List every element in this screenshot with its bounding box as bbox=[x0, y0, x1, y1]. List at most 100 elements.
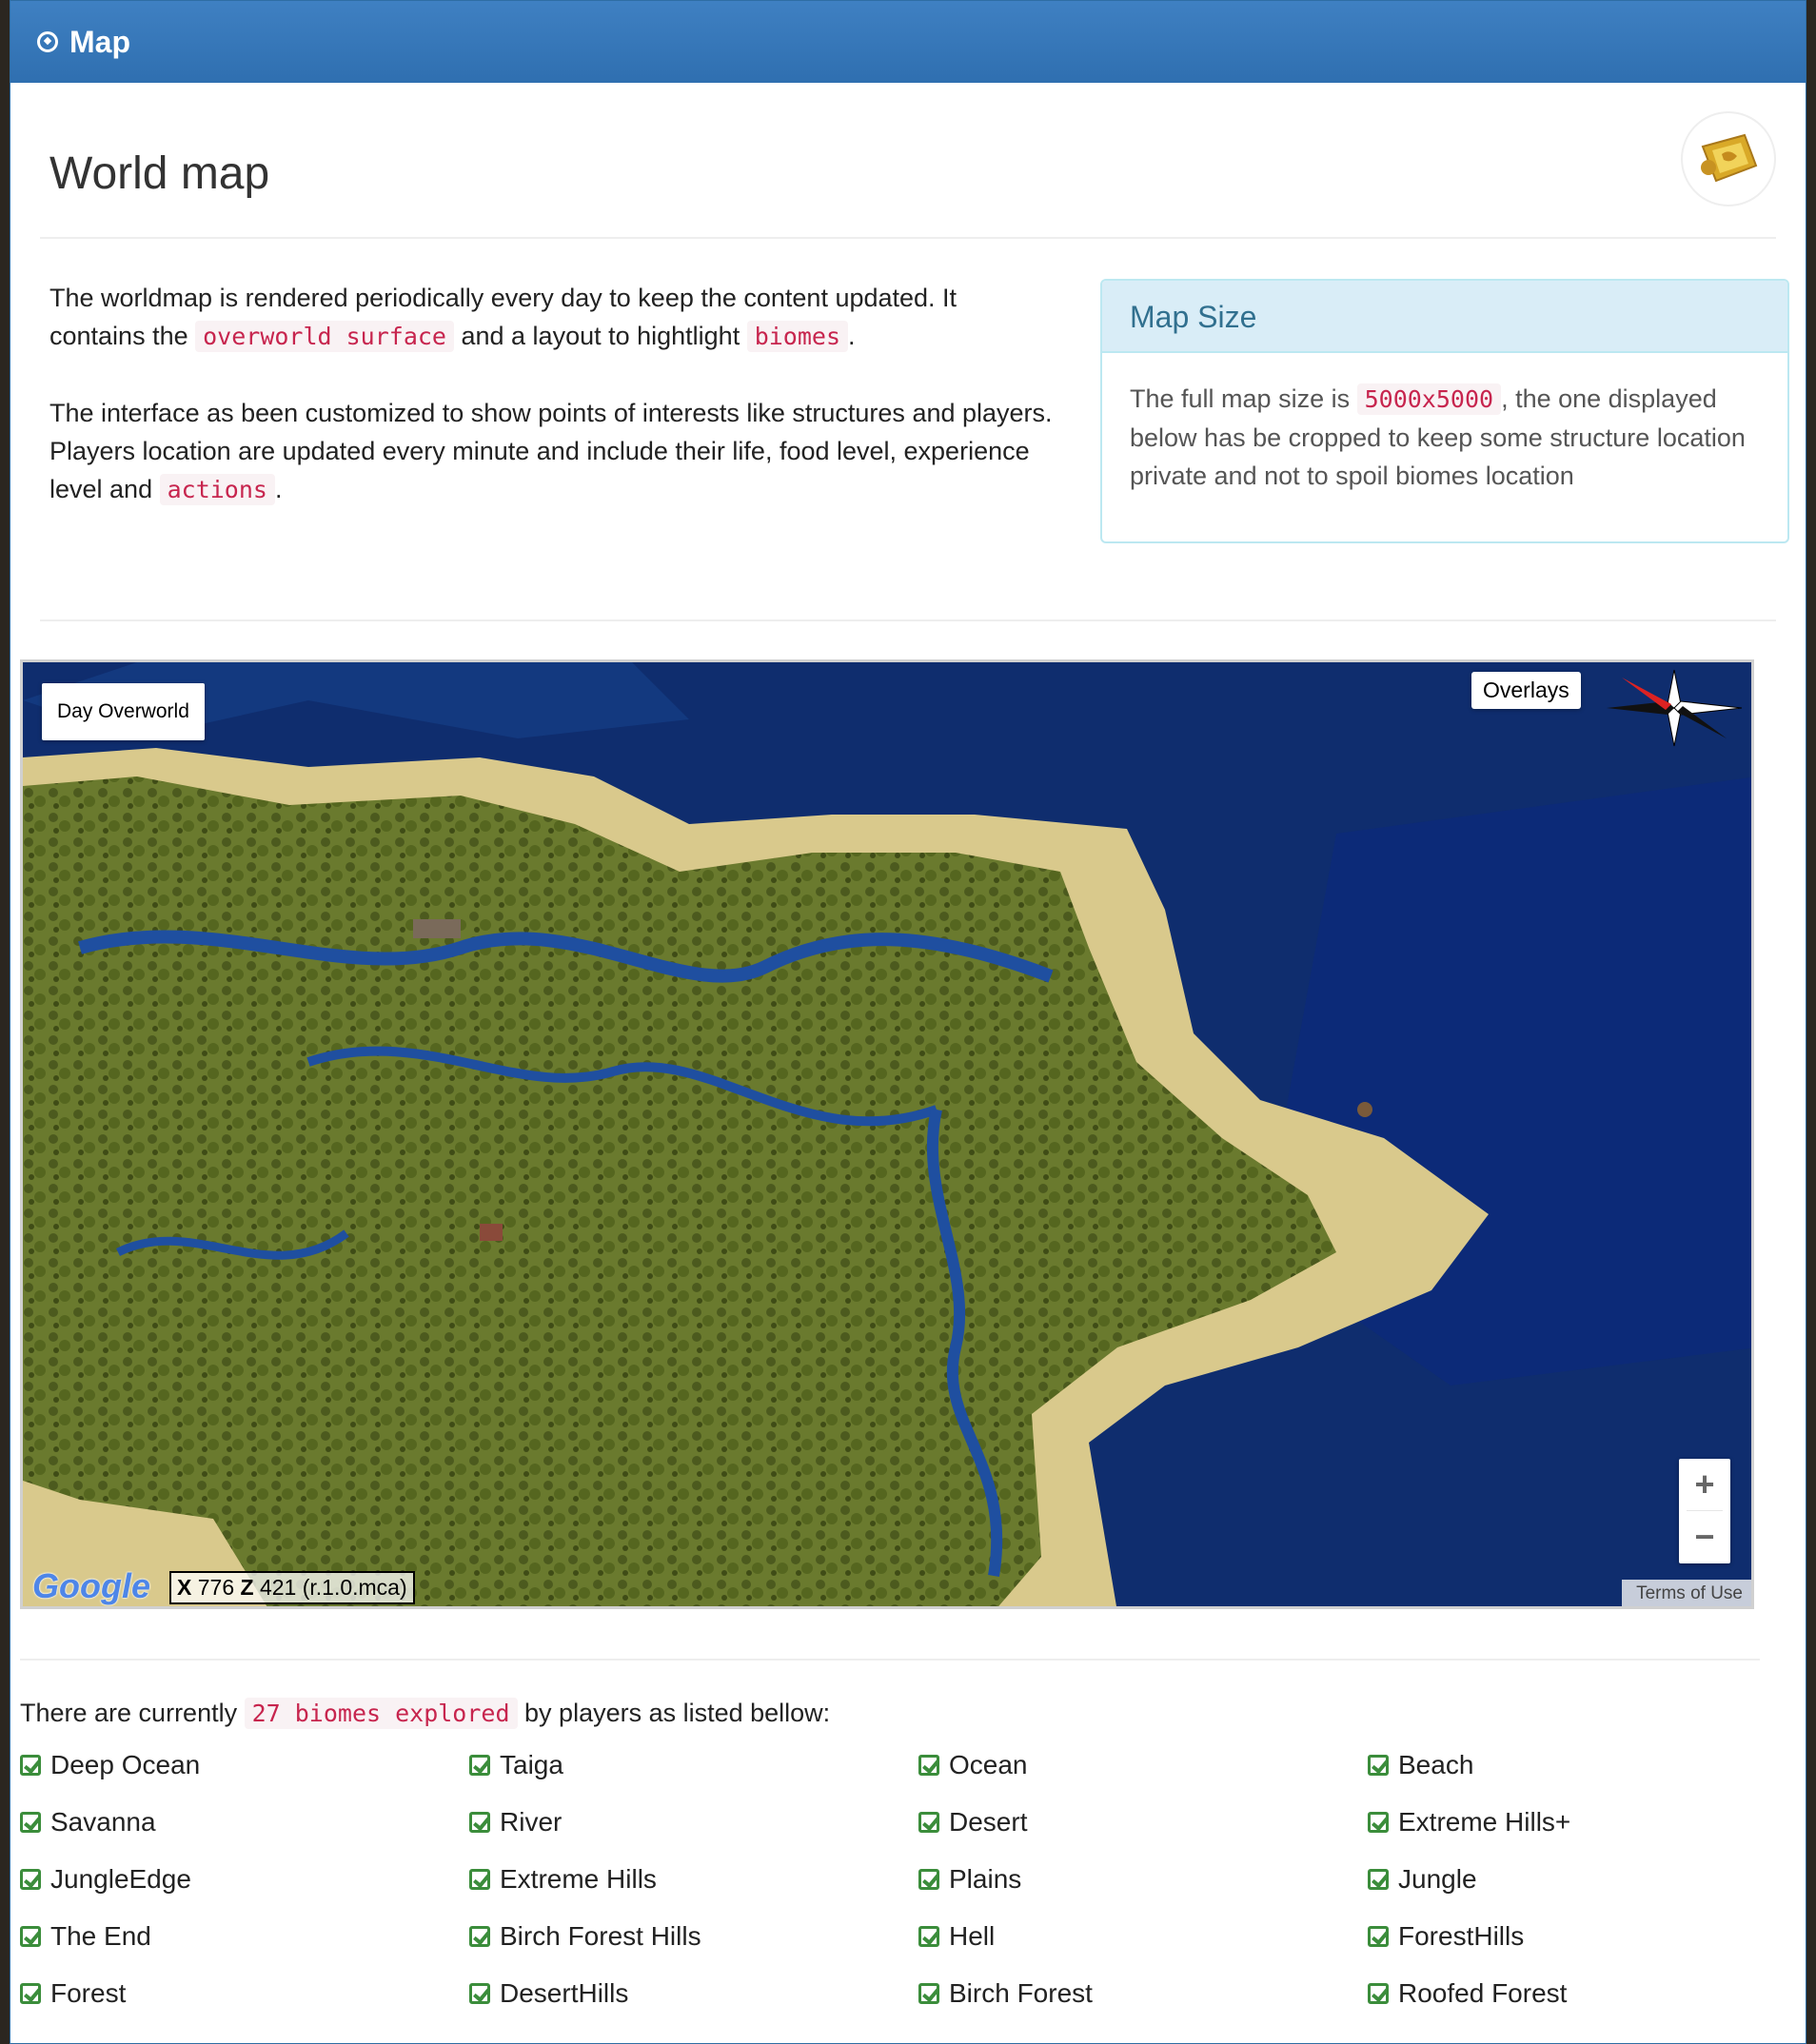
biome-list-item: Extreme Hills+ bbox=[1368, 1807, 1570, 1838]
biome-name: The End bbox=[50, 1921, 151, 1951]
biome-list-item: Birch Forest Hills bbox=[469, 1921, 701, 1952]
biome-list-item: Savanna bbox=[20, 1807, 156, 1838]
terms-of-use-link[interactable]: Terms of Use bbox=[1622, 1580, 1751, 1606]
info-text-span: The full map size is bbox=[1130, 384, 1357, 413]
map-size-code: 5000x5000 bbox=[1356, 383, 1502, 415]
biome-name: Birch Forest bbox=[949, 1978, 1093, 2008]
check-square-icon bbox=[20, 1983, 41, 2004]
check-square-icon bbox=[918, 1812, 939, 1833]
biome-list-item: Jungle bbox=[1368, 1864, 1477, 1895]
check-square-icon bbox=[20, 1755, 41, 1776]
check-square-icon bbox=[20, 1812, 41, 1833]
biome-list-item: ForestHills bbox=[1368, 1921, 1524, 1952]
panel-title: Map bbox=[69, 24, 130, 59]
intro-text: The worldmap is rendered periodically ev… bbox=[49, 279, 1058, 547]
biome-name: Forest bbox=[50, 1978, 127, 2008]
check-square-icon bbox=[1368, 1983, 1389, 2004]
check-square-icon bbox=[918, 1983, 939, 2004]
biome-name: Plains bbox=[949, 1864, 1022, 1894]
intro-text-span: . bbox=[848, 322, 856, 350]
coord-z-value: 421 bbox=[259, 1575, 297, 1600]
panel-heading: Map bbox=[10, 1, 1806, 83]
check-square-icon bbox=[918, 1755, 939, 1776]
coord-x-label: X bbox=[177, 1575, 192, 1600]
map-size-title: Map Size bbox=[1102, 281, 1787, 353]
zoom-out-button[interactable]: − bbox=[1679, 1511, 1730, 1562]
check-square-icon bbox=[469, 1926, 490, 1947]
biome-list-item: Ocean bbox=[918, 1750, 1028, 1780]
intro-text-span: . bbox=[274, 475, 283, 503]
biome-name: Savanna bbox=[50, 1807, 156, 1837]
biome-list-item: Desert bbox=[918, 1807, 1027, 1838]
check-square-icon bbox=[469, 1983, 490, 2004]
zoom-in-button[interactable]: + bbox=[1679, 1459, 1730, 1510]
actions-code: actions bbox=[159, 474, 275, 505]
biomes-text-span: by players as listed bellow: bbox=[517, 1699, 831, 1727]
coord-x-value: 776 bbox=[197, 1575, 235, 1600]
biomes-code: biomes bbox=[746, 321, 849, 352]
biome-name: Jungle bbox=[1398, 1864, 1477, 1894]
biome-name: DesertHills bbox=[500, 1978, 629, 2008]
page-title: World map bbox=[49, 148, 270, 199]
biomes-count-code: 27 biomes explored bbox=[244, 1698, 518, 1729]
map-size-body: The full map size is 5000x5000, the one … bbox=[1102, 353, 1787, 521]
biome-name: Extreme Hills+ bbox=[1398, 1807, 1571, 1837]
world-map-viewport[interactable]: Day Overworld Overlays + − Google X 776 … bbox=[20, 659, 1754, 1609]
intro-text-span: and a layout to hightlight bbox=[453, 322, 747, 350]
biome-name: Birch Forest Hills bbox=[500, 1921, 701, 1951]
map-scroll-icon bbox=[1681, 111, 1776, 206]
compass-rose-icon bbox=[1607, 669, 1743, 747]
biome-list-item: Forest bbox=[20, 1978, 126, 2009]
biome-list-item: Extreme Hills bbox=[469, 1864, 657, 1895]
coord-region: (r.1.0.mca) bbox=[302, 1575, 407, 1600]
biome-name: Hell bbox=[949, 1921, 996, 1951]
biome-list-item: Birch Forest bbox=[918, 1978, 1093, 2009]
biome-name: Desert bbox=[949, 1807, 1028, 1837]
biome-list-item: Beach bbox=[1368, 1750, 1473, 1780]
overworld-code: overworld surface bbox=[195, 321, 454, 352]
google-logo: Google bbox=[32, 1566, 150, 1605]
check-square-icon bbox=[1368, 1812, 1389, 1833]
intro-paragraph-2: The interface as been customized to show… bbox=[49, 394, 1058, 509]
check-square-icon bbox=[918, 1869, 939, 1890]
compass-icon bbox=[37, 31, 58, 52]
biome-name: Taiga bbox=[500, 1750, 563, 1779]
intro-row: The worldmap is rendered periodically ev… bbox=[40, 239, 1789, 621]
biome-list-item: Plains bbox=[918, 1864, 1021, 1895]
biome-list-item: Deep Ocean bbox=[20, 1750, 200, 1780]
divider bbox=[20, 1659, 1760, 1661]
biome-list-item: Roofed Forest bbox=[1368, 1978, 1567, 2009]
zoom-control: + − bbox=[1679, 1459, 1730, 1563]
page-header: World map bbox=[40, 83, 1776, 239]
map-size-panel: Map Size The full map size is 5000x5000,… bbox=[1100, 279, 1789, 543]
intro-paragraph-1: The worldmap is rendered periodically ev… bbox=[49, 279, 1058, 356]
biomes-summary: There are currently 27 biomes explored b… bbox=[20, 1698, 831, 1729]
check-square-icon bbox=[469, 1869, 490, 1890]
biome-name: Ocean bbox=[949, 1750, 1028, 1779]
biome-list-item: JungleEdge bbox=[20, 1864, 191, 1895]
biome-name: Extreme Hills bbox=[500, 1864, 657, 1894]
coord-z-label: Z bbox=[240, 1575, 254, 1600]
biome-list-item: Taiga bbox=[469, 1750, 563, 1780]
overlays-button[interactable]: Overlays bbox=[1471, 672, 1581, 709]
biome-name: JungleEdge bbox=[50, 1864, 191, 1894]
map-panel: Map World map The worldmap is rendered p… bbox=[10, 0, 1806, 2044]
biome-name: River bbox=[500, 1807, 563, 1837]
check-square-icon bbox=[1368, 1869, 1389, 1890]
check-square-icon bbox=[469, 1755, 490, 1776]
biome-list-item: DesertHills bbox=[469, 1978, 628, 2009]
check-square-icon bbox=[918, 1926, 939, 1947]
check-square-icon bbox=[20, 1926, 41, 1947]
biome-list-item: River bbox=[469, 1807, 562, 1838]
check-square-icon bbox=[1368, 1926, 1389, 1947]
biomes-text-span: There are currently bbox=[20, 1699, 245, 1727]
coordinate-readout: X 776 Z 421 (r.1.0.mca) bbox=[169, 1571, 415, 1604]
check-square-icon bbox=[1368, 1755, 1389, 1776]
check-square-icon bbox=[20, 1869, 41, 1890]
biome-list-item: Hell bbox=[918, 1921, 995, 1952]
map-terrain bbox=[23, 662, 1751, 1606]
biome-list-item: The End bbox=[20, 1921, 151, 1952]
biome-name: Beach bbox=[1398, 1750, 1474, 1779]
day-overworld-button[interactable]: Day Overworld bbox=[42, 683, 205, 740]
check-square-icon bbox=[469, 1812, 490, 1833]
